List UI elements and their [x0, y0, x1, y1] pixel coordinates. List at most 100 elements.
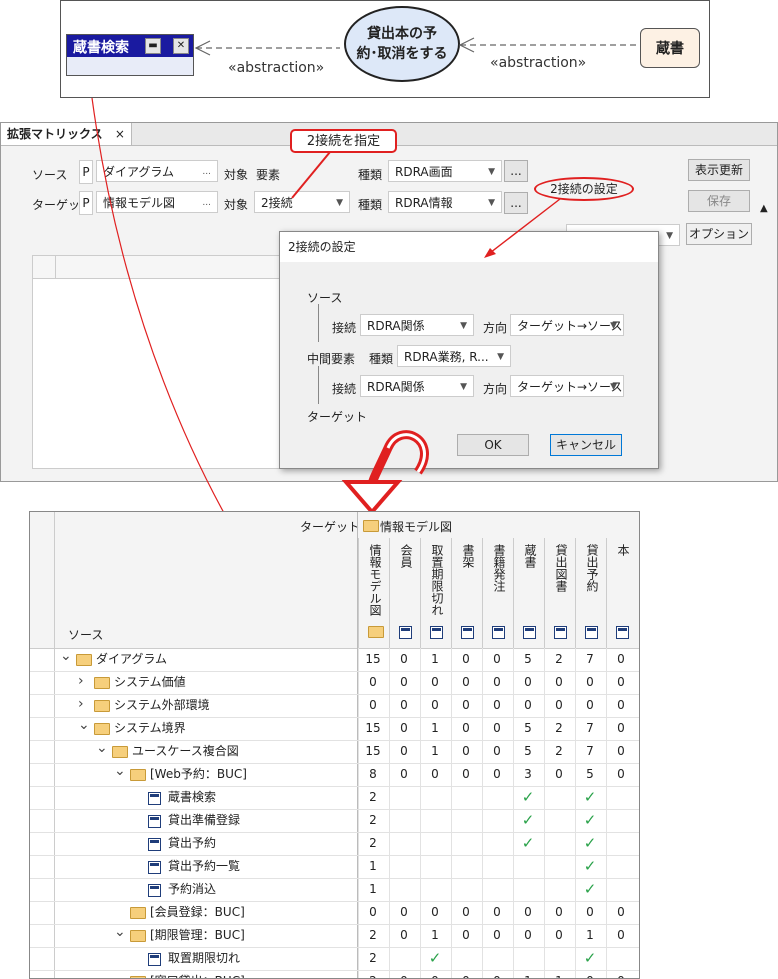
check-icon[interactable]: ✓	[575, 878, 605, 901]
matrix-cell[interactable]: 0	[482, 924, 512, 947]
chevron-down-icon[interactable]: ⌄	[60, 648, 72, 664]
matrix-cell[interactable]	[606, 786, 636, 809]
matrix-cell[interactable]: 8	[358, 763, 388, 786]
matrix-cell[interactable]	[420, 786, 450, 809]
matrix-cell[interactable]: 0	[544, 924, 574, 947]
matrix-cell[interactable]: 7	[575, 648, 605, 671]
matrix-cell[interactable]: 2	[544, 740, 574, 763]
matrix-cell[interactable]	[482, 855, 512, 878]
matrix-cell[interactable]	[513, 878, 543, 901]
matrix-cell[interactable]: 0	[513, 901, 543, 924]
matrix-cell[interactable]: 0	[606, 648, 636, 671]
check-icon[interactable]: ✓	[575, 947, 605, 970]
matrix-cell[interactable]	[389, 786, 419, 809]
matrix-column-header[interactable]: 貸出図書	[544, 538, 576, 648]
matrix-cell[interactable]: 0	[513, 694, 543, 717]
matrix-cell[interactable]: 0	[451, 901, 481, 924]
matrix-cell[interactable]	[451, 809, 481, 832]
matrix-cell[interactable]	[544, 786, 574, 809]
matrix-cell[interactable]: 1	[575, 924, 605, 947]
matrix-column-header[interactable]: 本	[606, 538, 638, 648]
matrix-cell[interactable]: 2	[544, 648, 574, 671]
matrix-cell[interactable]: 15	[358, 648, 388, 671]
matrix-cell[interactable]: 0	[606, 901, 636, 924]
matrix-cell[interactable]: 0	[451, 740, 481, 763]
table-row[interactable]: ⌄ ダイアグラム 15 0 1 0 0 5 2 7 0	[30, 648, 639, 672]
matrix-cell[interactable]: 1	[420, 924, 450, 947]
chevron-down-icon[interactable]: ⌄	[114, 763, 126, 779]
matrix-cell[interactable]: 1	[513, 970, 543, 978]
matrix-cell[interactable]	[606, 855, 636, 878]
table-row[interactable]: ⌄ [Web予約：BUC] 8 0 0 0 0 3 0 5 0	[30, 763, 639, 787]
matrix-cell[interactable]: 0	[606, 924, 636, 947]
matrix-cell[interactable]	[513, 947, 543, 970]
table-row[interactable]: ⌄ [期限管理：BUC] 2 0 1 0 0 0 0 1 0	[30, 924, 639, 948]
matrix-cell[interactable]	[606, 832, 636, 855]
chevron-down-icon[interactable]: ⌄	[114, 924, 126, 940]
matrix-cell[interactable]	[544, 947, 574, 970]
matrix-cell[interactable]: 5	[513, 648, 543, 671]
matrix-cell[interactable]: 2	[358, 832, 388, 855]
check-icon[interactable]: ✓	[575, 832, 605, 855]
matrix-cell[interactable]: 0	[420, 763, 450, 786]
matrix-cell[interactable]: 0	[420, 694, 450, 717]
matrix-cell[interactable]: 0	[420, 671, 450, 694]
matrix-cell[interactable]	[606, 878, 636, 901]
matrix-cell[interactable]	[389, 809, 419, 832]
matrix-cell[interactable]: 0	[482, 740, 512, 763]
matrix-cell[interactable]	[389, 832, 419, 855]
matrix-cell[interactable]	[606, 947, 636, 970]
matrix-cell[interactable]	[482, 947, 512, 970]
matrix-cell[interactable]	[451, 878, 481, 901]
matrix-cell[interactable]	[606, 809, 636, 832]
matrix-cell[interactable]: 0	[451, 648, 481, 671]
matrix-cell[interactable]	[420, 878, 450, 901]
check-icon[interactable]: ✓	[420, 947, 450, 970]
matrix-cell[interactable]	[420, 832, 450, 855]
matrix-column-header[interactable]: 書架	[451, 538, 483, 648]
matrix-column-header[interactable]: 会員	[389, 538, 421, 648]
matrix-cell[interactable]	[544, 855, 574, 878]
matrix-cell[interactable]: 3	[513, 763, 543, 786]
table-row[interactable]: 貸出予約 2 ✓ ✓	[30, 832, 639, 856]
matrix-cell[interactable]: 0	[606, 763, 636, 786]
table-row[interactable]: 貸出予約一覧 1 ✓	[30, 855, 639, 879]
matrix-cell[interactable]: 0	[544, 901, 574, 924]
matrix-cell[interactable]: 0	[389, 901, 419, 924]
matrix-cell[interactable]: 0	[389, 717, 419, 740]
matrix-column-header[interactable]: 貸出予約	[575, 538, 607, 648]
matrix-cell[interactable]: 0	[513, 924, 543, 947]
table-row[interactable]: ⌄[窓口貸出：BUC]200001100	[30, 970, 639, 978]
matrix-cell[interactable]: 0	[575, 671, 605, 694]
matrix-cell[interactable]: 0	[451, 671, 481, 694]
matrix-cell[interactable]	[482, 809, 512, 832]
matrix-cell[interactable]: 0	[544, 763, 574, 786]
matrix-column-header[interactable]: 取置期限切れ	[420, 538, 452, 648]
matrix-cell[interactable]: 0	[451, 694, 481, 717]
matrix-cell[interactable]	[482, 878, 512, 901]
matrix-cell[interactable]	[420, 809, 450, 832]
chevron-down-icon[interactable]: ⌄	[78, 717, 90, 733]
matrix-cell[interactable]: 0	[482, 901, 512, 924]
matrix-cell[interactable]: 15	[358, 740, 388, 763]
matrix-cell[interactable]: 0	[482, 717, 512, 740]
check-icon[interactable]: ✓	[513, 809, 543, 832]
table-row[interactable]: 蔵書検索 2 ✓ ✓	[30, 786, 639, 810]
matrix-cell[interactable]: 0	[389, 694, 419, 717]
matrix-cell[interactable]: 5	[575, 763, 605, 786]
table-row[interactable]: 取置期限切れ 2 ✓ ✓	[30, 947, 639, 971]
matrix-cell[interactable]: 0	[420, 970, 450, 978]
matrix-cell[interactable]: 0	[482, 970, 512, 978]
matrix-column-header[interactable]: 蔵書	[513, 538, 545, 648]
matrix-cell[interactable]	[544, 809, 574, 832]
matrix-cell[interactable]: 0	[389, 763, 419, 786]
table-row[interactable]: ⌄ ユースケース複合図 15 0 1 0 0 5 2 7 0	[30, 740, 639, 764]
chevron-right-icon[interactable]: ›	[78, 696, 84, 712]
matrix-cell[interactable]	[451, 786, 481, 809]
matrix-cell[interactable]: 7	[575, 717, 605, 740]
table-row[interactable]: [会員登録：BUC] 0 0 0 0 0 0 0 0 0	[30, 901, 639, 925]
matrix-cell[interactable]: 0	[389, 648, 419, 671]
matrix-cell[interactable]	[513, 855, 543, 878]
table-row[interactable]: ⌄ システム境界 15 0 1 0 0 5 2 7 0	[30, 717, 639, 741]
matrix-cell[interactable]: 2	[358, 970, 388, 978]
